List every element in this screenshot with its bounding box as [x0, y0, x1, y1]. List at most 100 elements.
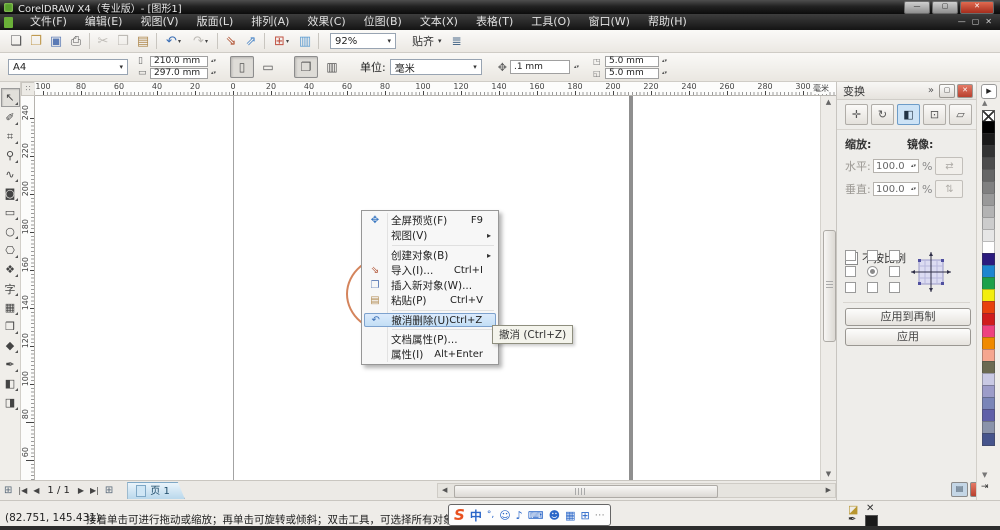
spinner-icon[interactable]: ▴▾	[911, 164, 916, 168]
blend-tool[interactable]: ❒	[2, 318, 19, 335]
toolbar-separator[interactable]: ▾	[86, 32, 93, 50]
table-tool[interactable]: ▦	[2, 299, 19, 316]
doc-restore-button[interactable]: ▢	[972, 14, 980, 30]
menu-item[interactable]: 窗口(W)	[580, 14, 639, 30]
toolbar-separator[interactable]: ▾	[153, 32, 160, 50]
units-combo[interactable]: 毫米 ▾	[390, 59, 482, 75]
palette-flyout-button[interactable]: ▶	[981, 84, 997, 99]
zoom-tool[interactable]: ⚲	[2, 147, 19, 164]
ime-logo-icon[interactable]: S	[454, 506, 465, 524]
add-page-button[interactable]: ⊞	[4, 485, 12, 496]
toolbar-separator[interactable]: ▾	[261, 32, 268, 50]
shape-tool[interactable]: ✐	[2, 109, 19, 126]
landscape-button[interactable]: ▭	[256, 56, 280, 78]
context-menu-item[interactable]: ❐ 插入新对象(W)...	[364, 278, 496, 293]
export-icon[interactable]: ⇗ ▾	[241, 32, 261, 50]
ime-emoji-icon[interactable]: ☺	[499, 509, 510, 522]
ime-voice-icon[interactable]: ♪	[516, 509, 523, 522]
ime-punctuation-toggle[interactable]: °,	[487, 510, 494, 520]
cut-icon[interactable]: ✂ ▾	[93, 32, 113, 50]
spinner-icon[interactable]: ▴▾	[574, 65, 579, 69]
undo-icon[interactable]: ↶ ▾	[160, 32, 187, 50]
all-pages-button[interactable]: ❐	[294, 56, 318, 78]
eyedropper-tool[interactable]: ◆	[2, 337, 19, 354]
add-page-button[interactable]: ⊞	[105, 485, 113, 496]
open-icon[interactable]: ❐ ▾	[26, 32, 46, 50]
anchor-checkbox[interactable]	[845, 282, 856, 293]
spinner-icon[interactable]: ▴▾	[662, 71, 667, 75]
context-menu-item[interactable]: 属性(I) Alt+Enter	[364, 347, 496, 362]
polygon-tool[interactable]: ⎔	[2, 242, 19, 259]
crop-tool[interactable]: ⌗	[2, 128, 19, 145]
menu-item[interactable]: 文本(X)	[411, 14, 467, 30]
paper-height-field[interactable]: 297.0 mm	[150, 68, 208, 79]
vertical-scrollbar[interactable]: ▲ ▼	[820, 96, 836, 480]
context-menu-item[interactable]: ▤ 粘贴(P) Ctrl+V	[364, 293, 496, 308]
paste-icon[interactable]: ▤ ▾	[133, 32, 153, 50]
scale-mirror-button[interactable]: ◧	[897, 104, 920, 125]
menu-item[interactable]: 效果(C)	[298, 14, 354, 30]
color-swatch[interactable]	[982, 433, 995, 446]
ellipse-tool[interactable]: ○	[2, 223, 19, 240]
current-page-button[interactable]: ▥	[320, 56, 344, 78]
chevron-right-icon[interactable]: »	[928, 85, 934, 96]
ime-mode-toggle[interactable]: 中	[470, 507, 482, 524]
menu-item[interactable]: 工具(O)	[522, 14, 579, 30]
vertical-scroll-thumb[interactable]	[823, 230, 836, 342]
ime-skin-icon[interactable]: ☻	[549, 509, 560, 522]
spinner-icon[interactable]: ▴▾	[911, 187, 916, 191]
spinner-icon[interactable]: ▴▾	[211, 71, 216, 75]
application-launcher-icon[interactable]: ⊞ ▾	[268, 32, 295, 50]
horizontal-scrollbar[interactable]: ◀ ▶	[437, 483, 836, 498]
restore-button[interactable]: ▢	[932, 1, 958, 14]
context-menu-item[interactable]: 创建对象(B) ▸	[364, 248, 496, 263]
anchor-checkbox[interactable]	[867, 250, 878, 261]
spinner-icon[interactable]: ▴▾	[662, 59, 667, 63]
portrait-button[interactable]: ▯	[230, 56, 254, 78]
toolbar-separator[interactable]: ▾	[315, 32, 322, 50]
anchor-center-radio[interactable]	[867, 266, 878, 277]
next-page-button[interactable]: ▶	[78, 486, 84, 495]
scale-h-field[interactable]: 100.0 ▴▾	[873, 159, 919, 173]
duplicate-y-field[interactable]: 5.0 mm	[605, 68, 659, 79]
anchor-checkbox[interactable]	[889, 250, 900, 261]
palette-expand-icon[interactable]: ⇥	[981, 482, 989, 492]
context-menu-item[interactable]: 视图(V) ▸	[364, 228, 496, 243]
scroll-right-icon[interactable]: ▶	[826, 486, 831, 494]
size-button[interactable]: ⊡	[923, 104, 946, 125]
palette-scroll-down-icon[interactable]: ▼	[982, 471, 987, 479]
outline-pen-tool[interactable]: ✒	[2, 356, 19, 373]
ruler-origin-button[interactable]: ∷	[21, 82, 35, 96]
apply-to-duplicate-button[interactable]: 应用到再制	[845, 308, 971, 326]
page-tab[interactable]: 页 1	[127, 482, 185, 499]
scroll-down-icon[interactable]: ▼	[821, 468, 836, 480]
nudge-offset-field[interactable]: .1 mm	[510, 60, 570, 74]
position-button[interactable]: ✛	[845, 104, 868, 125]
scale-v-field[interactable]: 100.0 ▴▾	[873, 182, 919, 196]
mirror-horizontal-button[interactable]: ⇄	[935, 157, 963, 175]
docker-close-button[interactable]: ✕	[957, 84, 973, 98]
menu-item[interactable]: 视图(V)	[131, 14, 187, 30]
paper-size-combo[interactable]: A4 ▾	[8, 59, 128, 75]
ime-keyboard-icon[interactable]: ⌨	[528, 509, 544, 522]
context-menu-item[interactable]: ✥ 全屏预览(F) F9	[364, 213, 496, 228]
doc-close-button[interactable]: ✕	[985, 14, 992, 30]
first-page-button[interactable]: |◀	[18, 486, 27, 495]
menu-item[interactable]: 版面(L)	[188, 14, 243, 30]
spinner-icon[interactable]: ▴▾	[211, 59, 216, 63]
rectangle-tool[interactable]: ▭	[2, 204, 19, 221]
redo-icon[interactable]: ↷ ▾	[187, 32, 214, 50]
pick-tool[interactable]: ↖	[1, 88, 20, 107]
smart-fill-tool[interactable]: ◙	[2, 185, 19, 202]
ime-toolbar[interactable]: S 中 °, ☺♪⌨☻▦⊞ ⋯	[448, 504, 611, 526]
context-menu-item[interactable]: ⇘ 导入(I)... Ctrl+I	[364, 263, 496, 278]
doc-minimize-button[interactable]: —	[958, 14, 966, 30]
rotate-button[interactable]: ↻	[871, 104, 894, 125]
save-icon[interactable]: ▣ ▾	[46, 32, 66, 50]
horizontal-scroll-thumb[interactable]	[454, 485, 718, 498]
options-icon[interactable]: ≣	[452, 34, 462, 48]
anchor-checkbox[interactable]	[889, 266, 900, 277]
fill-tool[interactable]: ◧	[2, 375, 19, 392]
print-icon[interactable]: ⎙ ▾	[66, 32, 86, 50]
copy-icon[interactable]: ❒ ▾	[113, 32, 133, 50]
